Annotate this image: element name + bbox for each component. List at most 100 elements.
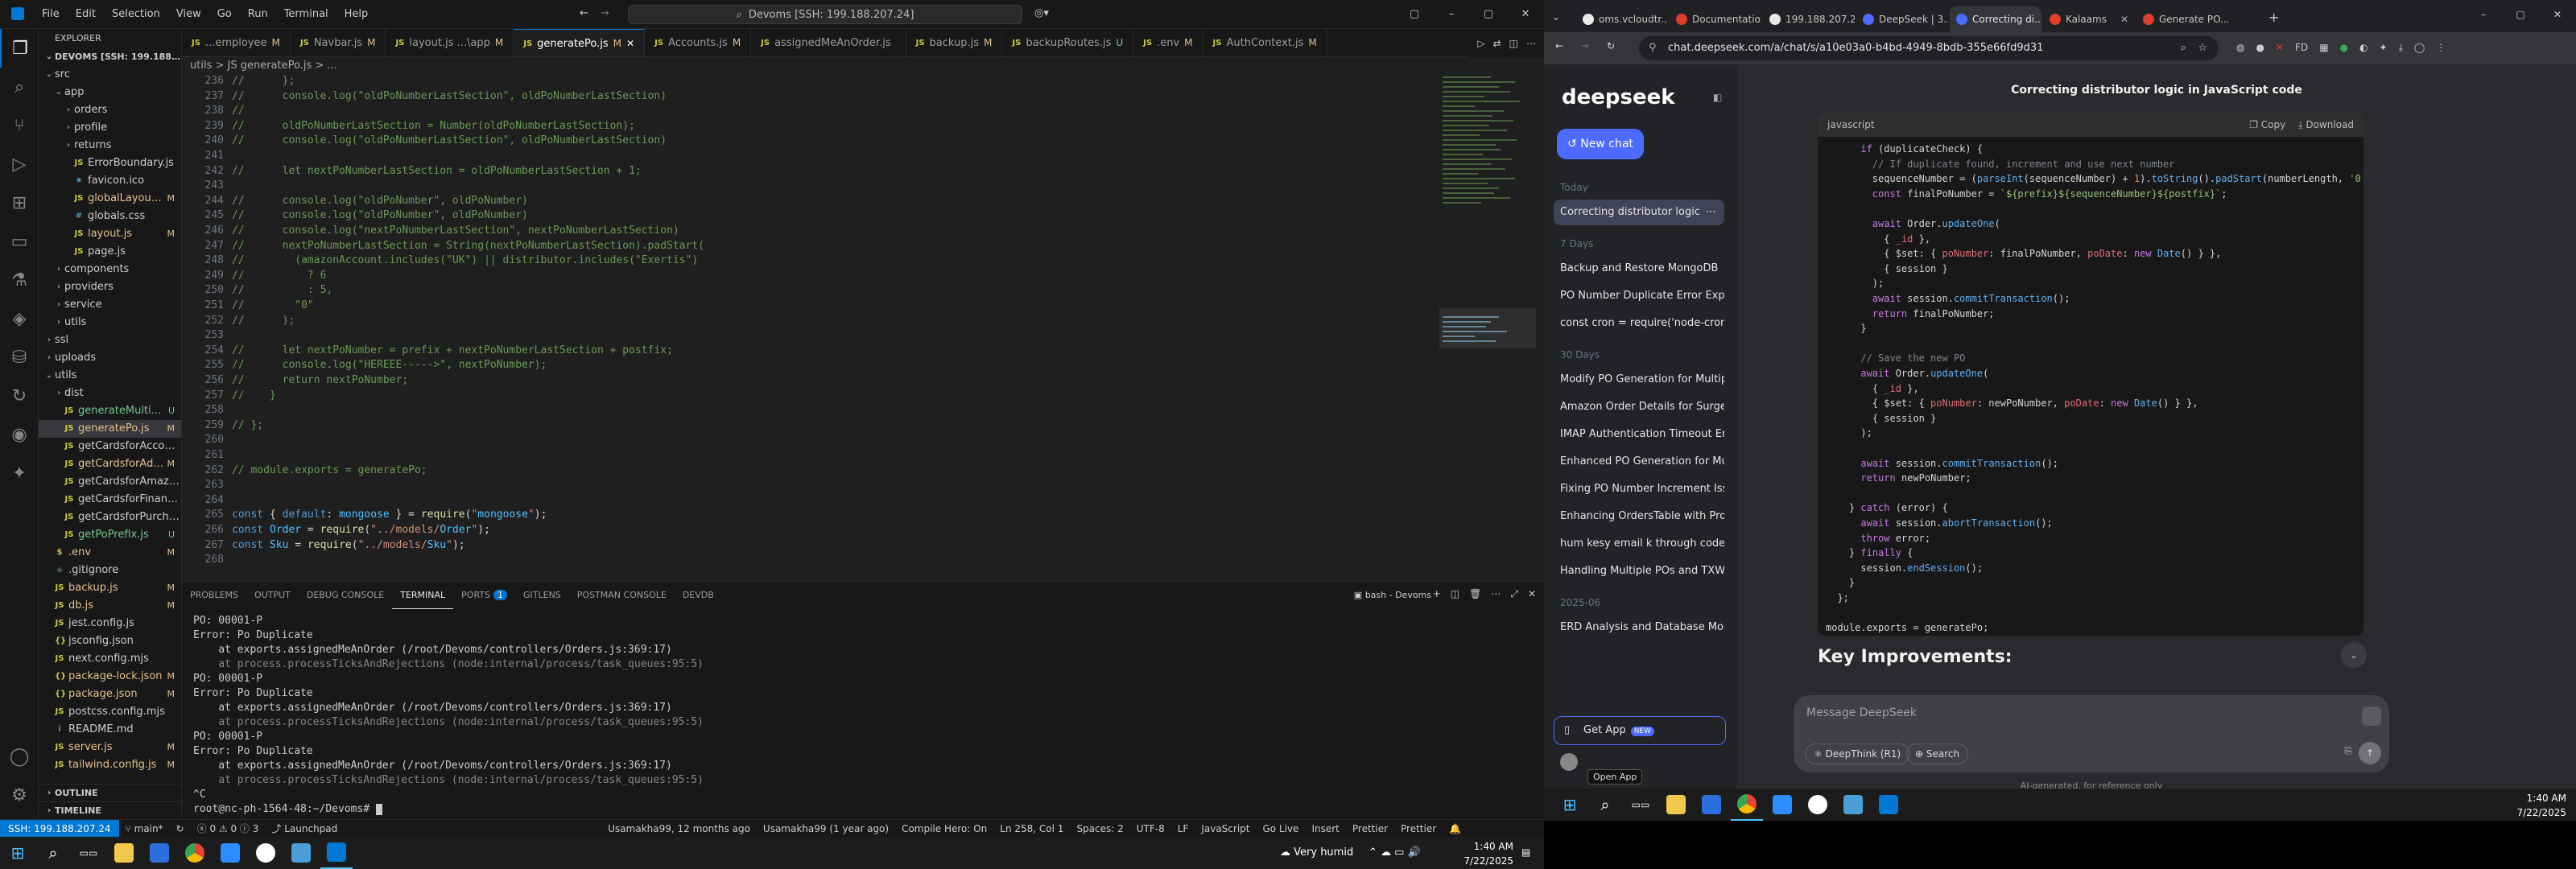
file-item[interactable]: JS tailwind.config.js M — [39, 756, 181, 774]
zoom-icon[interactable]: ⌕ — [2181, 36, 2186, 60]
history-item[interactable]: Enhanced PO Generation for Mu — [1554, 449, 1724, 475]
database-icon[interactable]: ⛁ — [0, 338, 39, 377]
folder-item[interactable]: › service — [39, 296, 181, 314]
puzzle-icon[interactable]: ✦ — [0, 454, 39, 492]
vscode-taskbar-icon[interactable] — [320, 837, 353, 869]
message-input[interactable]: Message DeepSeek ⚛ DeepThink (R1) ⊕ Sear… — [1794, 695, 2389, 772]
copilot-icon[interactable]: ◎▾ — [1034, 7, 1049, 19]
folder-item[interactable]: ⌄ src — [39, 66, 181, 84]
new-terminal-icon[interactable]: + — [1433, 588, 1441, 600]
editor-tab[interactable]: JS ...employee M — [182, 29, 291, 56]
panel-tab-output[interactable]: OUTPUT — [246, 582, 299, 609]
launchpad-item[interactable]: ⤴ Launchpad — [265, 822, 344, 835]
folder-item[interactable]: › dist — [39, 385, 181, 402]
extension-icon[interactable]: ◐ — [2359, 42, 2368, 54]
new-chat-button[interactable]: ↺ New chat — [1557, 129, 1644, 159]
terminal-selector[interactable]: ▣ bash - Devoms — [1354, 590, 1431, 600]
file-item[interactable]: JS backup.js M — [39, 579, 181, 597]
send-button[interactable]: ↑ — [2359, 742, 2381, 764]
file-item[interactable]: JS globalLayout.js M — [39, 190, 181, 208]
menu-terminal[interactable]: Terminal — [276, 8, 336, 20]
back-arrow-icon[interactable]: ← — [580, 7, 588, 19]
start-button[interactable]: ⊞ — [1554, 789, 1586, 821]
file-item[interactable]: JS page.js — [39, 243, 181, 261]
split-terminal-icon[interactable]: ◫ — [1451, 588, 1459, 600]
folder-item[interactable]: › providers — [39, 278, 181, 296]
panel-tab-gitlens[interactable]: GITLENS — [515, 582, 569, 609]
extension-icon[interactable]: ● — [2340, 42, 2348, 54]
breadcrumb[interactable]: utils > JS generatePo.js > ... — [182, 57, 1544, 75]
attached-image-icon[interactable] — [2362, 706, 2381, 726]
bookmark-star-icon[interactable]: ☆ — [2198, 36, 2207, 60]
history-item[interactable]: Correcting distributor logic ⋯ — [1554, 200, 1724, 225]
search-icon[interactable]: ⌕ — [0, 68, 39, 106]
problems-summary[interactable]: ⓧ 0 ⚠ 0 ⓘ 3 — [191, 822, 266, 835]
file-item[interactable]: {} package-lock.json M — [39, 668, 181, 686]
file-item[interactable]: JS getCardsforAd... M — [39, 455, 181, 473]
maximize-panel-icon[interactable]: ⤢ — [1510, 588, 1518, 600]
forward-arrow-icon[interactable]: → — [601, 7, 609, 19]
zoom-icon[interactable] — [214, 837, 246, 869]
panel-tab-ports[interactable]: PORTS 1 — [453, 582, 515, 609]
editor-tab[interactable]: JS Accounts.js M — [645, 29, 752, 56]
app-icon-2[interactable] — [285, 837, 317, 869]
folder-item[interactable]: › uploads — [39, 349, 181, 367]
folder-item[interactable]: › components — [39, 261, 181, 278]
folder-item[interactable]: › utils — [39, 314, 181, 332]
panel-tab-devdb[interactable]: DEVDB — [675, 582, 722, 609]
close-panel-icon[interactable]: ✕ — [1528, 588, 1536, 600]
encoding[interactable]: UTF-8 — [1130, 823, 1171, 834]
file-item[interactable]: i README.md — [39, 721, 181, 739]
taskbar-clock[interactable]: 1:40 AM 7/22/2025 — [1449, 839, 1513, 868]
file-item[interactable]: JS getCardsforAccount.js — [39, 438, 181, 455]
sync-icon[interactable]: ↻ — [170, 823, 191, 834]
menu-file[interactable]: File — [34, 8, 68, 20]
author-info[interactable]: Usamakha99 (1 year ago) — [757, 823, 895, 834]
maximize-icon[interactable]: ▢ — [1470, 0, 1507, 29]
menu-run[interactable]: Run — [240, 8, 276, 20]
extension-icon[interactable]: ▦ — [2319, 42, 2328, 54]
browser-tab[interactable]: 199.188.207.2...✕ — [1763, 6, 1855, 32]
menu-selection[interactable]: Selection — [104, 8, 168, 20]
file-item[interactable]: {} package.json M — [39, 686, 181, 703]
downloads-icon[interactable]: ⤓ — [2399, 42, 2403, 54]
remote-explorer-icon[interactable]: ▭ — [0, 222, 39, 261]
testing-icon[interactable]: ⚗ — [0, 261, 39, 299]
minimize-icon[interactable]: – — [2465, 0, 2502, 29]
collapse-sidebar-icon[interactable]: ◧ — [1713, 92, 1722, 103]
editor-tab[interactable]: JS layout.js ...\app M — [386, 29, 514, 56]
explorer-icon[interactable]: ❐ — [0, 29, 39, 68]
line-ending[interactable]: LF — [1171, 823, 1195, 834]
remote-indicator[interactable]: SSH: 199.188.207.24 — [0, 819, 119, 838]
deepthink-toggle[interactable]: ⚛ DeepThink (R1) — [1805, 743, 1910, 764]
minimize-icon[interactable]: – — [1433, 0, 1470, 29]
vscode-taskbar-icon[interactable] — [1872, 789, 1905, 821]
extension-icon[interactable]: FD — [2295, 42, 2308, 54]
postman-icon[interactable]: ◉ — [0, 415, 39, 454]
forward-icon[interactable]: → — [1581, 40, 1589, 51]
zoom-icon[interactable] — [1766, 789, 1798, 821]
editor-tab[interactable]: JS Navbar.js M — [291, 29, 386, 56]
taskbar-search-icon[interactable]: ⌕ — [1589, 789, 1621, 821]
file-item[interactable]: JS layout.js M — [39, 225, 181, 243]
timeline-section[interactable]: › TIMELINE — [39, 801, 181, 819]
download-button[interactable]: ⤓ Download — [2298, 119, 2354, 131]
editor-tab[interactable]: JS backupRoutes.js U — [1002, 29, 1134, 56]
notifications-bell-icon[interactable]: 🔔 — [1443, 823, 1468, 834]
prettier-2[interactable]: Prettier — [1394, 823, 1443, 834]
taskbar-search-icon[interactable]: ⌕ — [37, 837, 69, 869]
browser-tab[interactable]: Correcting di...✕ — [1950, 6, 2041, 32]
history-item[interactable]: PO Number Duplicate Error Expl — [1554, 283, 1724, 309]
cursor-position[interactable]: Ln 258, Col 1 — [993, 823, 1070, 834]
layout-icon[interactable]: ▢ — [1396, 0, 1433, 29]
run-icon[interactable]: ▷ — [1477, 38, 1484, 49]
app-icon-2[interactable] — [1837, 789, 1869, 821]
close-tab-icon[interactable]: ✕ — [2120, 14, 2128, 25]
new-tab-icon[interactable]: + — [2268, 10, 2279, 25]
file-item[interactable]: JS getCardsforAmazon.js — [39, 473, 181, 491]
file-explorer-icon[interactable] — [1660, 789, 1692, 821]
maximize-icon[interactable]: ▢ — [2502, 0, 2539, 29]
folder-item[interactable]: › profile — [39, 119, 181, 137]
file-item[interactable]: JS generatePo.js M — [39, 420, 181, 438]
history-item[interactable]: hum kesy email k through code — [1554, 531, 1724, 557]
